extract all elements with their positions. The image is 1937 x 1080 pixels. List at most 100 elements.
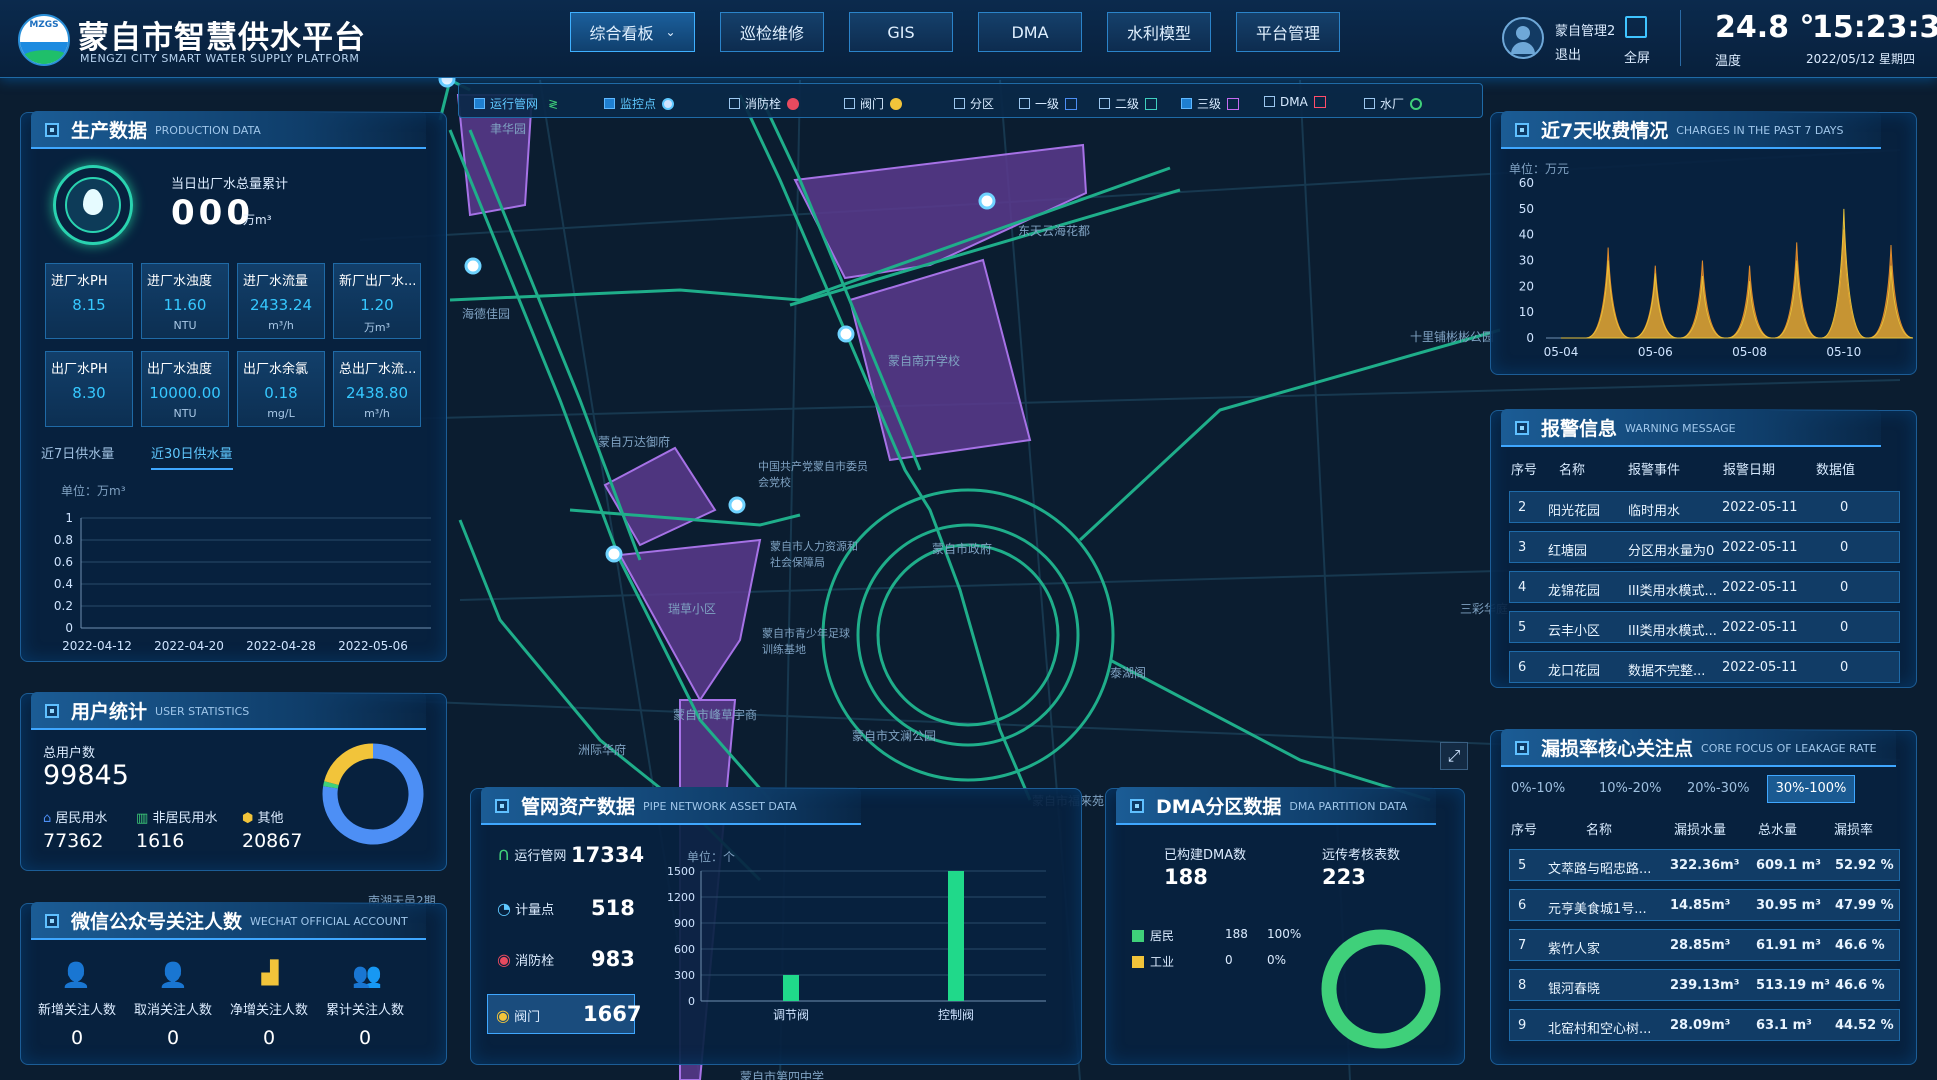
gauge-icon: ◔ — [497, 899, 511, 918]
layer-toggle-valve[interactable]: 阀门 — [844, 95, 903, 112]
map-label: 蒙自万达御府 — [598, 435, 671, 449]
map-label: 蒙自市政府 — [932, 542, 993, 556]
asset-valve-row[interactable]: ◉ 阀门 1667 — [487, 994, 641, 1034]
cell: 0 — [1840, 580, 1849, 595]
tab-30day-supply[interactable]: 近30日供水量 — [151, 443, 233, 470]
bar — [783, 975, 799, 1001]
dashboard: 聿华园 蒙自南开学校 蒙自万达御府 中国共产党蒙自市委员会党校 蒙自市人力资源和… — [0, 0, 1937, 1080]
avatar[interactable] — [1502, 17, 1544, 59]
leak-row[interactable]: 6 元亨美食城1号... 14.85m³ 30.95 m³ 47.99 % — [1509, 889, 1900, 921]
y-tick-label: 0.2 — [54, 599, 73, 613]
layer-toggle-level1[interactable]: 一级 — [1019, 95, 1078, 112]
temperature-value: 24.8 ° — [1715, 10, 1815, 45]
total-output-label: 当日出厂水总量累计 — [171, 177, 289, 192]
nav-inspection[interactable]: 巡检维修 — [720, 12, 824, 52]
layer-toggle-zone[interactable]: 分区 — [954, 95, 994, 112]
y-tick-label: 0 — [65, 621, 73, 635]
layer-toggle-plant[interactable]: 水厂 — [1364, 95, 1423, 112]
users-donut-chart — [322, 743, 424, 845]
cell: 云丰小区 — [1548, 624, 1601, 639]
x-tick-label: 2022-04-28 — [246, 639, 316, 653]
layer-toggle-dma[interactable]: DMA — [1264, 95, 1326, 109]
users-icon: 👥 — [352, 961, 382, 989]
cell: 30.95 m³ — [1756, 898, 1821, 913]
pipe-asset-panel: 管网资产数据 PIPE NETWORK ASSET DATA ∩ 运行管网 173… — [470, 787, 1082, 1065]
y-tick-label: 1200 — [667, 891, 695, 904]
wechat-value: 0 — [166, 1027, 180, 1049]
production-panel: 生产数据 PRODUCTION DATA 当日出厂水总量累计 000 万m³ 进厂… — [20, 111, 447, 662]
tab-leak-20-30[interactable]: 20%-30% — [1687, 781, 1749, 796]
tab-7day-supply[interactable]: 近7日供水量 — [41, 443, 114, 462]
y-tick-label: 20 — [1519, 279, 1534, 293]
metric-card: 出厂水余氯 0.18 mg/L — [237, 351, 325, 427]
map-label: 海德佳园 — [462, 307, 511, 321]
cell: 2022-05-11 — [1722, 500, 1798, 515]
user-group-nonresidential: ▥ 非居民用水 — [136, 811, 218, 826]
valve-icon — [890, 98, 903, 110]
cell: 紫竹人家 — [1548, 942, 1601, 957]
fullscreen-icon[interactable] — [1625, 16, 1647, 38]
cell: 阳光花园 — [1548, 504, 1601, 519]
layer-toggle-pipe[interactable]: 运行管网 ≷ — [474, 95, 558, 112]
tab-leak-30-100[interactable]: 30%-100% — [1767, 775, 1855, 803]
logo: MZGS — [18, 14, 70, 66]
metric-card: 出厂水PH 8.30 — [45, 351, 133, 427]
alarm-row[interactable]: 5 云丰小区 III类用水模式... 2022-05-11 0 — [1509, 611, 1900, 643]
y-tick-label: 30 — [1519, 254, 1534, 268]
leak-row[interactable]: 9 北窑村和空心树... 28.09m³ 63.1 m³ 44.52 % — [1509, 1009, 1900, 1041]
leak-row[interactable]: 8 银河春晓 239.13m³ 513.19 m³ 46.6 % — [1509, 969, 1900, 1001]
cell: III类用水模式... — [1628, 624, 1717, 639]
map-expand-icon[interactable]: ⤢ — [1440, 742, 1468, 770]
nav-hydraulic-model[interactable]: 水利模型 — [1107, 12, 1211, 52]
wechat-label: 新增关注人数 — [37, 1003, 116, 1018]
leak-row[interactable]: 5 文萃路与昭忠路... 322.36m³ 609.1 m³ 52.92 % — [1509, 849, 1900, 881]
logout-link[interactable]: 退出 — [1555, 44, 1581, 63]
map-label: 聿华园 — [490, 122, 527, 136]
leak-row[interactable]: 7 紫竹人家 28.85m³ 61.91 m³ 46.6 % — [1509, 929, 1900, 961]
layer-toggle-level2[interactable]: 二级 — [1099, 95, 1158, 112]
map-label: 泰湖阁 — [1110, 666, 1147, 680]
nav-dashboard[interactable]: 综合看板 ⌄ — [570, 12, 695, 52]
cell: 0 — [1840, 540, 1849, 555]
map-label: 蒙自市文澜公园 — [852, 729, 937, 743]
hydrant-icon — [787, 98, 800, 110]
map-layer-toolbar: 运行管网 ≷ 监控点 消防栓 阀门 分区 一级 二级 三级 DMA 水厂 — [458, 83, 1483, 118]
asset-meter-label: ◔ 计量点 — [497, 899, 555, 918]
clock-date: 2022/05/12 星期四 — [1806, 52, 1915, 66]
tab-leak-0-10[interactable]: 0%-10% — [1511, 781, 1565, 796]
x-tick-label: 2022-05-06 — [338, 639, 408, 653]
metric-card: 进厂水PH 8.15 — [45, 263, 133, 339]
x-tick-label: 调节阀 — [773, 1008, 809, 1022]
asset-hydrant-label: ◉ 消防栓 — [497, 950, 555, 969]
fullscreen-label[interactable]: 全屏 — [1624, 47, 1650, 66]
nav-platform-admin[interactable]: 平台管理 — [1236, 12, 1340, 52]
cell: 0 — [1840, 500, 1849, 515]
cell: 52.92 % — [1835, 858, 1894, 873]
nav-gis[interactable]: GIS — [849, 12, 953, 52]
dma-remote-value: 223 — [1322, 865, 1366, 889]
map-label: 蒙自南开学校 — [888, 354, 961, 368]
layer-toggle-monitor[interactable]: 监控点 — [604, 95, 675, 112]
user-add-icon: 👤 — [61, 961, 91, 989]
tab-leak-10-20[interactable]: 10%-20% — [1599, 781, 1661, 796]
layer-toggle-hydrant[interactable]: 消防栓 — [729, 95, 800, 112]
x-tick-label: 2022-04-12 — [62, 639, 132, 653]
alarm-row[interactable]: 4 龙锦花园 III类用水模式... 2022-05-11 0 — [1509, 571, 1900, 603]
alarm-row[interactable]: 6 龙口花园 数据不完整... 2022-05-11 0 — [1509, 651, 1900, 683]
dma-legend-resident: 居民 188 100% — [1132, 927, 1301, 944]
hydrant-icon: ◉ — [497, 950, 511, 969]
alarm-row[interactable]: 2 阳光花园 临时用水 2022-05-11 0 — [1509, 491, 1900, 523]
map-label: 瑞草小区 — [668, 602, 717, 616]
bar-chart-icon: ▟ — [261, 961, 279, 986]
charges-panel: 近7天收费情况 CHARGES IN THE PAST 7 DAYS 单位：万元 … — [1490, 111, 1917, 375]
nav-dma[interactable]: DMA — [978, 12, 1082, 52]
hexagon-icon: ⬢ — [242, 811, 254, 826]
x-tick-label: 05-10 — [1826, 345, 1861, 359]
cell: 239.13m³ — [1670, 978, 1740, 993]
cell: 322.36m³ — [1670, 858, 1740, 873]
alarm-row[interactable]: 3 红塘园 分区用水量为0 2022-05-11 0 — [1509, 531, 1900, 563]
cell: 7 — [1518, 938, 1527, 953]
layer-toggle-level3[interactable]: 三级 — [1181, 95, 1240, 112]
total-users-value: 99845 — [43, 760, 129, 791]
cell: 0 — [1840, 660, 1849, 675]
